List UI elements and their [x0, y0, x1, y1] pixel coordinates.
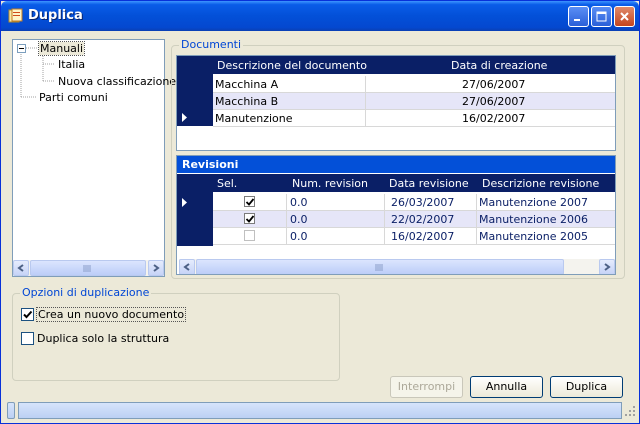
maximize-icon [596, 11, 607, 22]
cell-data: 27/06/2007 [462, 78, 526, 91]
cell-data-revisione: 22/02/2007 [391, 213, 455, 226]
cell-data: 27/06/2007 [462, 95, 526, 108]
sel-checkbox[interactable] [244, 213, 255, 224]
tree-item-italia[interactable]: Italia [58, 58, 85, 71]
cell-num-revision: 0.0 [290, 230, 308, 243]
column-divider [286, 194, 287, 211]
app-icon [8, 8, 23, 23]
cell-descrizione: Manutenzione [215, 112, 293, 125]
table-row[interactable]: Manutenzione 16/02/2007 [213, 110, 615, 127]
column-header-descrizione[interactable]: Descrizione del documento [217, 59, 367, 72]
arrow-right-icon [153, 264, 160, 272]
column-divider [365, 110, 366, 127]
revisioni-title: Revisioni [182, 158, 239, 171]
cell-data-revisione: 16/02/2007 [391, 230, 455, 243]
cell-data-revisione: 26/03/2007 [391, 196, 455, 209]
table-row[interactable]: 0.0 16/02/2007 Manutenzione 2005 [213, 228, 615, 245]
revisioni-title-bar: Revisioni [177, 156, 615, 173]
column-header-data-creazione[interactable]: Data di creazione [451, 59, 547, 72]
document-tree[interactable]: Manuali Italia Nuova classificazione Par… [12, 39, 176, 277]
column-divider [286, 228, 287, 245]
cell-num-revision: 0.0 [290, 213, 308, 226]
progress-bar [18, 402, 622, 419]
documenti-grid[interactable]: Descrizione del documento Data di creazi… [176, 55, 616, 151]
documenti-header-row: Descrizione del documento Data di creazi… [177, 56, 615, 74]
checkmark-icon [245, 215, 255, 223]
title-bar[interactable]: Duplica [1, 1, 639, 31]
minimize-button[interactable] [568, 6, 589, 27]
column-divider [476, 211, 477, 228]
status-bar [4, 400, 636, 421]
checkmark-icon [245, 198, 255, 206]
resize-grip-icon[interactable] [624, 405, 636, 417]
cell-descrizione: Macchina B [215, 95, 279, 108]
scroll-right-button[interactable] [148, 260, 164, 276]
window-title: Duplica [28, 8, 83, 23]
column-header-sel[interactable]: Sel. [217, 177, 237, 190]
cell-descrizione-revisione: Manutenzione 2007 [479, 196, 589, 209]
cell-descrizione-revisione: Manutenzione 2006 [479, 213, 589, 226]
sel-checkbox[interactable] [244, 196, 255, 207]
duplica-window: Duplica Manuali Italia Nuova classificaz… [0, 0, 640, 424]
duplica-solo-struttura-checkbox[interactable] [21, 332, 34, 345]
scroll-right-button[interactable] [599, 259, 615, 274]
column-divider [286, 211, 287, 228]
revisioni-panel[interactable]: Revisioni Sel. Num. revision Data revisi… [176, 155, 616, 275]
revisioni-header-row: Sel. Num. revision Data revisione Descri… [177, 174, 615, 192]
scroll-left-button[interactable] [13, 260, 29, 276]
column-divider [476, 228, 477, 245]
column-divider [365, 93, 366, 110]
cell-num-revision: 0.0 [290, 196, 308, 209]
cell-descrizione: Macchina A [215, 78, 279, 91]
duplica-solo-struttura-label[interactable]: Duplica solo la struttura [37, 332, 169, 345]
arrow-left-icon [17, 264, 24, 272]
table-row[interactable]: 0.0 22/02/2007 Manutenzione 2006 [213, 211, 615, 228]
arrow-left-icon [183, 263, 190, 271]
column-divider [384, 228, 385, 245]
minimize-icon [574, 19, 580, 21]
checkmark-icon [23, 310, 33, 319]
documenti-legend: Documenti [179, 38, 244, 51]
current-row-indicator-icon [182, 113, 187, 122]
tree-collapse-icon[interactable] [17, 44, 26, 53]
current-row-indicator-icon [182, 198, 187, 207]
table-row[interactable]: Macchina B 27/06/2007 [213, 93, 615, 110]
column-header-descrizione-revisione[interactable]: Descrizione revisione [482, 177, 599, 190]
scroll-thumb[interactable] [196, 259, 564, 274]
column-divider [476, 194, 477, 211]
column-divider [384, 194, 385, 211]
tree-horizontal-scrollbar[interactable] [13, 260, 164, 276]
maximize-button[interactable] [591, 6, 612, 27]
tree-item-nuova-classificazione[interactable]: Nuova classificazione [58, 75, 176, 88]
close-button[interactable] [614, 6, 635, 27]
scroll-thumb[interactable] [30, 260, 146, 276]
column-header-data-revisione[interactable]: Data revisione [389, 177, 469, 190]
crea-nuovo-documento-checkbox[interactable] [21, 308, 34, 321]
cell-descrizione-revisione: Manutenzione 2005 [479, 230, 589, 243]
grip-icon [83, 265, 91, 272]
column-divider [384, 211, 385, 228]
tree-item-parti-comuni[interactable]: Parti comuni [39, 91, 108, 104]
interrompi-button[interactable]: Interrompi [390, 376, 463, 398]
tree-item-manuali[interactable]: Manuali [37, 41, 86, 56]
opzioni-legend: Opzioni di duplicazione [20, 286, 152, 299]
sel-checkbox[interactable] [244, 230, 255, 241]
close-icon [620, 12, 629, 21]
cell-data: 16/02/2007 [462, 112, 526, 125]
duplica-button[interactable]: Duplica [550, 376, 623, 398]
status-panel-left [7, 402, 15, 419]
revisioni-horizontal-scrollbar[interactable] [179, 259, 615, 274]
arrow-right-icon [604, 263, 611, 271]
grip-icon [375, 264, 383, 271]
scroll-left-button[interactable] [179, 259, 195, 274]
column-divider [365, 76, 366, 93]
table-row[interactable]: 0.0 26/03/2007 Manutenzione 2007 [213, 194, 615, 211]
column-header-num-revision[interactable]: Num. revision [292, 177, 368, 190]
crea-nuovo-documento-label[interactable]: Crea un nuovo documento [35, 307, 187, 322]
annulla-button[interactable]: Annulla [470, 376, 543, 398]
table-row[interactable]: Macchina A 27/06/2007 [213, 76, 615, 93]
